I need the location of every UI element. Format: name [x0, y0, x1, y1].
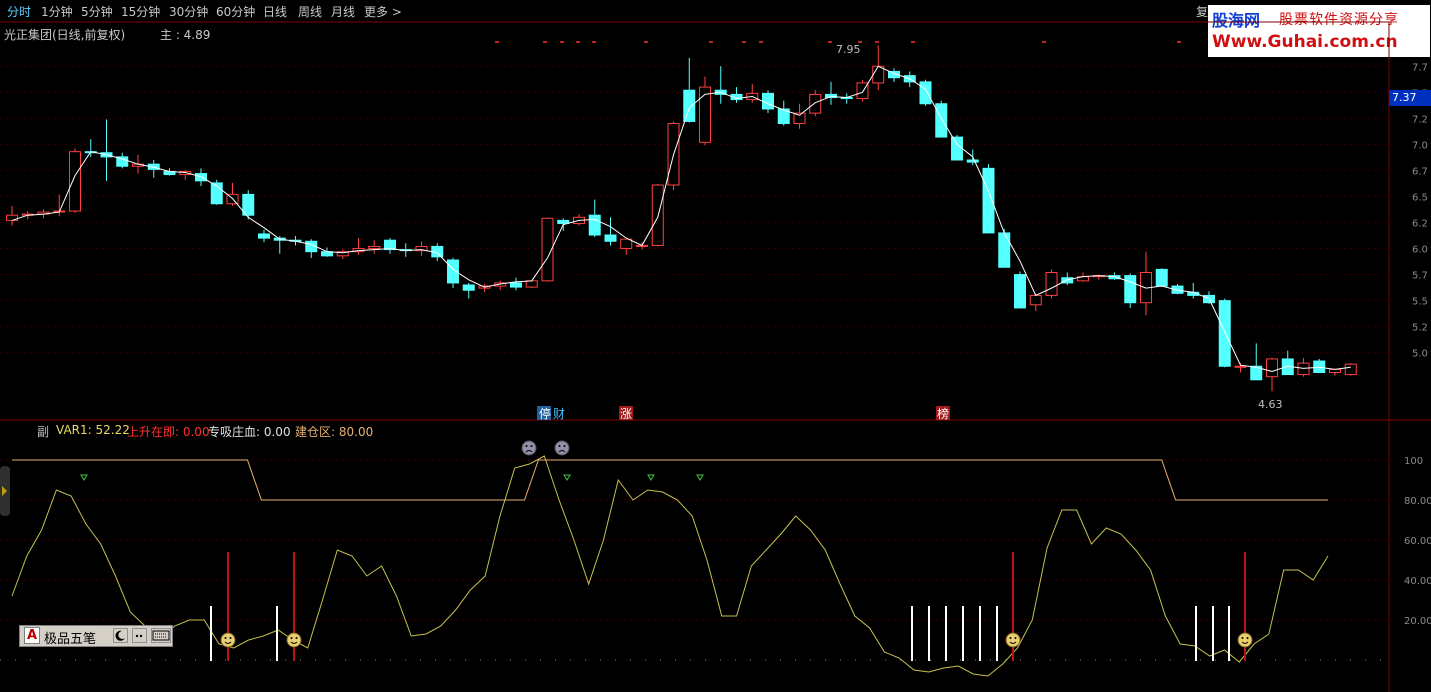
down-triangle-icon: [80, 474, 88, 481]
osc-axis-label: 80.00: [1404, 496, 1431, 507]
smiley-icon: [220, 632, 236, 648]
price-axis-label: 5.0: [1412, 349, 1428, 360]
marker-zhang: 涨: [620, 406, 632, 421]
sad-face-icon: [521, 440, 537, 456]
down-triangle-icon: [563, 474, 571, 481]
price-axis-label: 6.7: [1412, 166, 1428, 177]
candle-body: [809, 93, 822, 114]
marker-stop: 停: [539, 406, 551, 421]
ime-mode-badge[interactable]: A: [24, 627, 41, 644]
candle-body: [1344, 363, 1357, 376]
marker-bang: 榜: [937, 406, 949, 421]
price-axis-label: 7.2: [1412, 114, 1428, 125]
candle-body: [651, 184, 664, 246]
ime-name[interactable]: 极品五笔: [44, 628, 96, 647]
candle-body: [368, 245, 381, 250]
candle-body: [1029, 294, 1042, 306]
smiley-icon: [1005, 632, 1021, 648]
build-zone-line: [12, 459, 1328, 501]
current-price-tag: 7.37: [1389, 90, 1431, 106]
candle-body: [258, 233, 270, 239]
price-axis-label: 6.2: [1412, 219, 1428, 230]
candle-body: [604, 234, 617, 242]
price-axis-label: 5.7: [1412, 271, 1428, 282]
candle-body: [69, 151, 81, 212]
osc-axis-label: 100: [1404, 456, 1423, 467]
smiley-icon: [1237, 632, 1253, 648]
marker-cai: 财: [553, 407, 565, 421]
candle-body: [762, 92, 774, 110]
indicator-label: 副: [37, 425, 50, 439]
price-axis-label: 6.0: [1412, 245, 1428, 256]
candle-body: [1297, 362, 1310, 376]
price-axis-label: 5.2: [1412, 323, 1428, 334]
candle-body: [1313, 360, 1326, 373]
price-axis-label: 7.0: [1412, 140, 1428, 151]
var1-value: VAR1: 52.22: [56, 423, 130, 437]
keyboard-icon[interactable]: [151, 628, 171, 643]
price-axis-label: 6.5: [1412, 192, 1428, 203]
candle-body: [588, 214, 601, 236]
sad-face-icon: [554, 440, 570, 456]
absorb-value: 专吸庄血: 0.00: [208, 425, 291, 439]
candle-body: [699, 86, 711, 143]
candle-body: [1124, 275, 1137, 304]
candle-body: [1155, 268, 1168, 287]
candle-body: [1266, 358, 1278, 378]
osc-axis-label: 60.00: [1404, 536, 1431, 547]
candle-body: [683, 89, 696, 122]
build-value: 建仓区: 80.00: [295, 425, 374, 439]
ma-line: [11, 65, 1351, 372]
price-axis-label: 7.7: [1412, 62, 1428, 73]
side-handle-icon[interactable]: [0, 466, 14, 516]
punctuation-icon[interactable]: [132, 628, 147, 643]
osc-axis-label: 40.00: [1404, 576, 1431, 587]
candle-body: [1218, 300, 1231, 367]
rise-value: 上升在即: 0.00: [127, 425, 210, 439]
candle-body: [935, 103, 948, 138]
candle-body: [510, 282, 522, 288]
down-triangle-icon: [696, 474, 704, 481]
moon-icon[interactable]: [113, 628, 128, 643]
smiley-icon: [286, 632, 302, 648]
ime-toolbar[interactable]: A 极品五笔: [19, 625, 173, 647]
candle-body: [462, 284, 475, 291]
candle-body: [525, 280, 538, 288]
candle-body: [919, 81, 932, 105]
high-annotation: 7.95: [836, 43, 861, 56]
candle-body: [1234, 365, 1247, 368]
kline-chart[interactable]: 7.77.57.27.06.76.56.26.05.75.55.25.01008…: [0, 0, 1431, 692]
candle-body: [872, 65, 885, 84]
osc-axis-label: 20.00: [1404, 616, 1431, 627]
candle-body: [966, 159, 979, 163]
low-annotation: 4.63: [1258, 398, 1283, 411]
candle-body: [1014, 274, 1026, 309]
candle-body: [998, 232, 1011, 268]
var1-line: [11, 455, 1329, 677]
candle-body: [951, 136, 963, 161]
candle-body: [1045, 272, 1058, 296]
candle-body: [620, 238, 633, 250]
price-axis-label: 5.5: [1412, 297, 1428, 308]
down-triangle-icon: [647, 474, 655, 481]
